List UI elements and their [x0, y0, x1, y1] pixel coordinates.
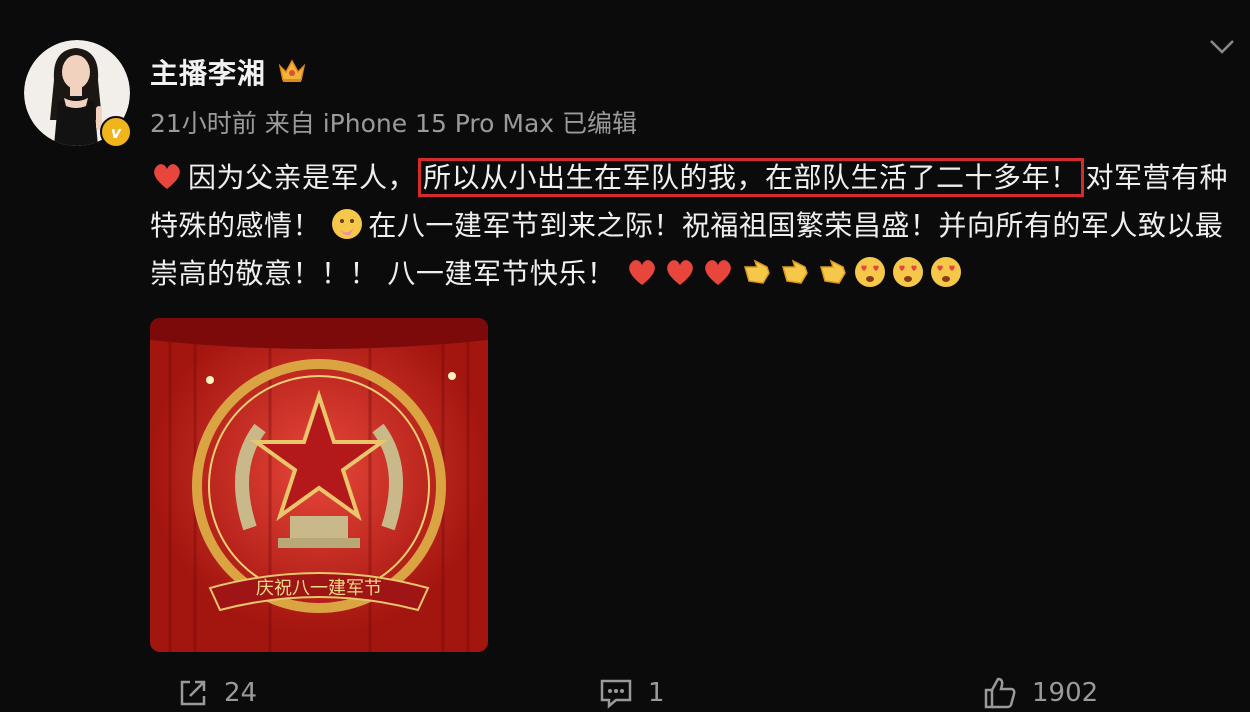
heart-emoji [666, 260, 693, 285]
share-button[interactable]: 24 [176, 676, 257, 710]
highlighted-text: 所以从小出生在军队的我，在部队生活了二十多年！ [418, 158, 1084, 197]
love-eyes-emoji [892, 257, 923, 287]
comment-button[interactable]: 1 [598, 676, 665, 710]
username[interactable]: 主播李湘 [150, 52, 266, 92]
verified-badge-icon: v [100, 116, 132, 148]
pray-emoji [819, 259, 846, 284]
pray-emoji [332, 209, 363, 239]
comment-count: 1 [648, 678, 665, 708]
poster-banner-text: 庆祝八一建军节 [256, 578, 382, 599]
share-count: 24 [224, 678, 258, 708]
heart-emoji [154, 164, 180, 189]
post-meta: 21小时前 来自 iPhone 15 Pro Max 已编辑 [150, 109, 638, 138]
army-day-poster: 庆祝八一建军节 [150, 318, 488, 652]
heart-emoji [704, 260, 731, 285]
like-count: 1902 [1032, 678, 1099, 708]
post-text: 因为父亲是军人， 所以从小出生在军队的我，在部队生活了二十多年！ 对军营有种特殊的感… [150, 154, 1230, 298]
heart-emoji [628, 260, 655, 285]
comment-icon [600, 679, 632, 709]
crown-icon[interactable] [278, 58, 306, 84]
pray-emoji [781, 259, 808, 284]
love-eyes-emoji [930, 257, 961, 287]
pray-emoji [743, 259, 770, 284]
love-eyes-emoji [854, 257, 885, 287]
post-text-part1: 因为父亲是军人， [188, 161, 417, 194]
share-icon [180, 680, 206, 706]
post-image[interactable]: 庆祝八一建军节 [150, 318, 488, 652]
like-icon [984, 677, 1016, 709]
chevron-down-icon[interactable] [1208, 38, 1236, 56]
like-button[interactable]: 1902 [982, 676, 1098, 710]
